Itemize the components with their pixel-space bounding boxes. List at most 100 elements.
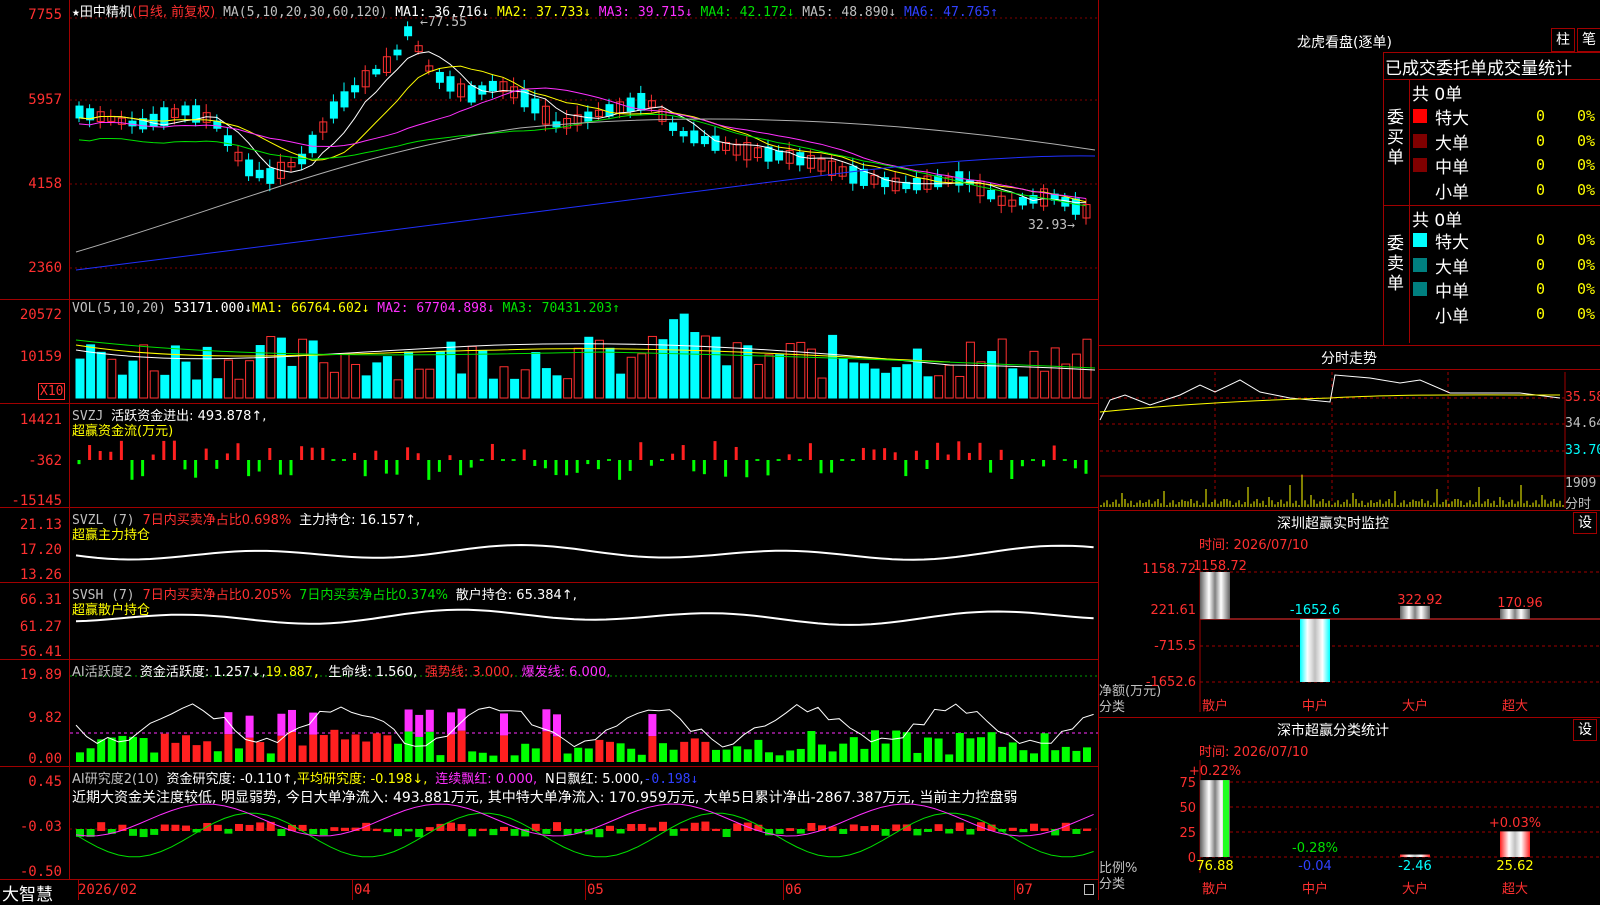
kline-area[interactable]: ★田中精机(日线, 前复权) MA(5,10,20,30,60,120) MA1… bbox=[0, 0, 1098, 905]
activity-bar bbox=[256, 742, 265, 762]
volume-bar bbox=[817, 377, 827, 399]
volume-bar bbox=[669, 319, 679, 399]
y-tick: 61.27 bbox=[19, 619, 62, 635]
time-grid bbox=[1014, 880, 1015, 900]
candle-body bbox=[467, 85, 476, 103]
candle-body bbox=[637, 92, 646, 111]
sz-classify-settings-button[interactable]: 设 bbox=[1573, 719, 1597, 741]
sell-row: 大单 0 0% bbox=[1411, 253, 1600, 278]
research-bar bbox=[669, 829, 678, 836]
research-bar bbox=[478, 828, 487, 831]
buy-row-name: 特大 bbox=[1435, 109, 1469, 129]
activity-bar bbox=[542, 731, 551, 762]
sz-monitor-settings-button[interactable]: 设 bbox=[1573, 512, 1597, 534]
volume-bar bbox=[223, 359, 233, 399]
volume-bar bbox=[997, 338, 1007, 399]
buy-row-name: 小单 bbox=[1435, 182, 1469, 203]
n-day-red: N日飘红: 5.000, bbox=[544, 772, 644, 787]
separator bbox=[1099, 345, 1600, 346]
volume-bar bbox=[1018, 376, 1028, 399]
sz-monitor-time: 时间: 2026/07/10 bbox=[1199, 538, 1309, 553]
volume-bar bbox=[552, 375, 562, 399]
ma-label: MA(5,10,20,30,60,120) bbox=[223, 5, 388, 20]
favorite-star-icon[interactable]: ★ bbox=[72, 5, 80, 20]
intraday-panel[interactable]: 分时走势 35.58 34.64 33.70 1909 分时 bbox=[1099, 345, 1600, 512]
lock-icon[interactable] bbox=[1084, 884, 1094, 895]
activity-bar bbox=[160, 733, 169, 762]
research-bar bbox=[182, 825, 190, 831]
buy-color-swatch bbox=[1413, 133, 1427, 148]
research-bar bbox=[807, 822, 816, 831]
research-bar bbox=[150, 829, 159, 835]
period-mode[interactable]: (日线, 前复权) bbox=[132, 5, 215, 20]
sell-row-percent: 0% bbox=[1577, 255, 1596, 274]
activity-bar bbox=[955, 733, 964, 762]
avg-research: 平均研究度: -0.198↓, bbox=[296, 772, 428, 787]
kline-canvas[interactable] bbox=[0, 0, 1098, 900]
volume-bar bbox=[213, 378, 223, 399]
volume-bar bbox=[541, 368, 551, 399]
candle-body bbox=[340, 91, 349, 108]
time-label: 07 bbox=[1016, 882, 1033, 898]
research-bar bbox=[606, 825, 614, 831]
intraday-title: 分时走势 bbox=[1321, 351, 1377, 367]
research-bar bbox=[171, 824, 180, 831]
activity-bar bbox=[351, 734, 360, 762]
y-tick: -362 bbox=[28, 453, 62, 469]
svsh-holding: 散户持仓: 65.384↑, bbox=[455, 588, 577, 603]
activity-bar bbox=[86, 748, 95, 762]
candle-body bbox=[531, 98, 540, 114]
volume-bar bbox=[711, 336, 721, 399]
activity-bar bbox=[648, 736, 657, 762]
volume-bar bbox=[414, 368, 424, 399]
activity-bar bbox=[818, 744, 826, 762]
buy-total: 共 0单 bbox=[1412, 85, 1463, 105]
candle-body bbox=[308, 134, 317, 154]
time-grid bbox=[585, 880, 586, 900]
sell-color-swatch bbox=[1413, 233, 1427, 247]
volume-bar bbox=[96, 351, 106, 399]
research-bar bbox=[277, 829, 286, 837]
y-tick: -0.50 bbox=[19, 864, 62, 880]
activity-bar bbox=[203, 741, 212, 762]
separator bbox=[0, 582, 1098, 583]
deal-mode-button[interactable]: 笔 bbox=[1577, 28, 1600, 52]
svzj-title: 超赢资金流(万元) bbox=[72, 424, 174, 439]
activity-bar bbox=[1072, 750, 1081, 762]
research-bar bbox=[1008, 827, 1017, 831]
y-tick: 4158 bbox=[28, 176, 62, 192]
y-tick: 66.31 bbox=[19, 592, 62, 608]
activity-bar bbox=[627, 748, 636, 762]
activity-bar bbox=[754, 739, 763, 762]
y-tick: 0.00 bbox=[28, 751, 62, 767]
activity-bar bbox=[977, 737, 985, 762]
y-tick: -15145 bbox=[11, 493, 62, 509]
sell-row-percent: 0% bbox=[1577, 280, 1596, 298]
bar-mode-button[interactable]: 柱 bbox=[1551, 28, 1575, 52]
activity-bar bbox=[309, 734, 318, 762]
svzl-holding: 主力持仓: 16.157↑, bbox=[299, 513, 421, 528]
main-holding-line bbox=[75, 543, 1094, 561]
activity-bar bbox=[701, 741, 710, 762]
sell-row: 特大 0 0% bbox=[1411, 228, 1600, 253]
buy-color-swatch bbox=[1413, 109, 1427, 123]
sell-color-swatch bbox=[1413, 257, 1427, 272]
research-bar bbox=[881, 829, 890, 836]
activity-bar bbox=[150, 752, 159, 762]
unit-badge: X10 bbox=[38, 383, 66, 400]
volume-bar bbox=[658, 339, 668, 399]
buy-row-count: 0 bbox=[1536, 107, 1546, 125]
volume-bar bbox=[382, 356, 392, 399]
volume-bar bbox=[181, 361, 191, 399]
research-bar bbox=[447, 822, 455, 831]
activity-bar bbox=[765, 752, 773, 762]
y-tick: 56.41 bbox=[19, 644, 62, 660]
y-tick: 19.89 bbox=[19, 667, 62, 683]
svzl-title: 超赢主力持仓 bbox=[72, 528, 151, 543]
streak-red: 连续飘红: 0.000, bbox=[435, 772, 538, 787]
research-bar bbox=[966, 829, 975, 835]
volume-bar bbox=[1029, 350, 1039, 399]
volume-bar bbox=[1040, 370, 1050, 399]
volume-bar bbox=[1082, 338, 1092, 399]
research-bar bbox=[1030, 823, 1038, 831]
